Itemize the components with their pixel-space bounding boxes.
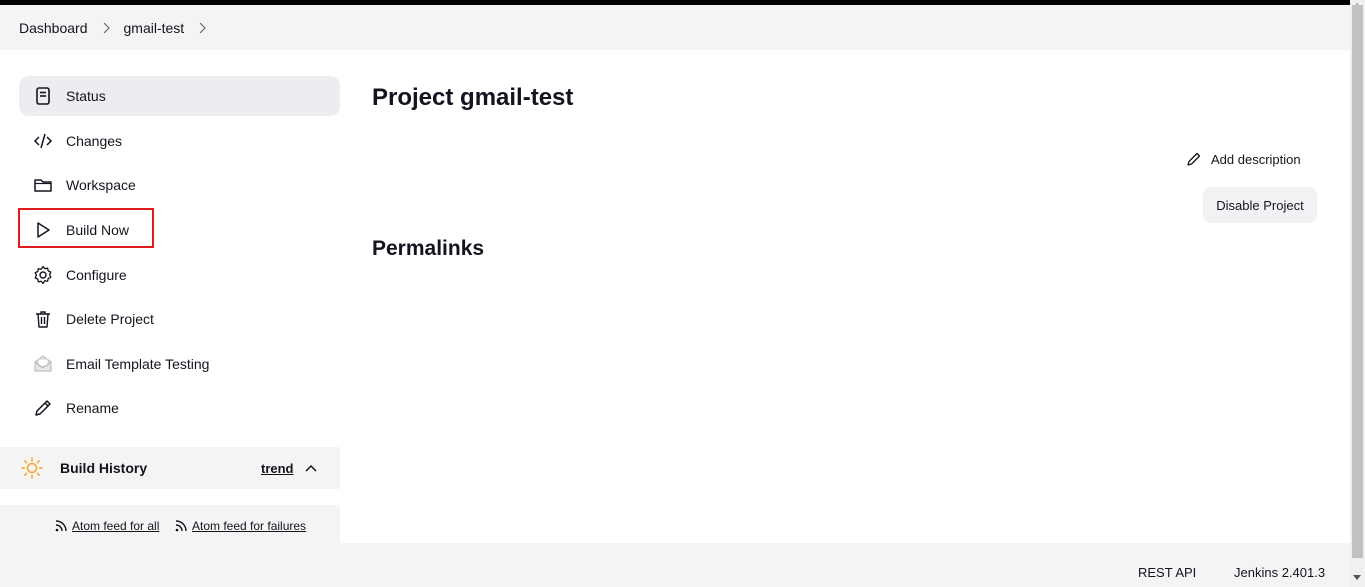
- scroll-thumb[interactable]: [1352, 5, 1363, 558]
- feed-failures-label: Atom feed for failures: [192, 519, 307, 533]
- task-label: Delete Project: [66, 311, 154, 327]
- breadcrumb: Dashboard gmail-test: [0, 5, 1350, 50]
- add-description-label: Add description: [1211, 151, 1301, 167]
- document-icon: [32, 85, 54, 107]
- chevron-right-icon: [103, 22, 110, 33]
- rss-icon: [175, 520, 187, 532]
- footer: REST API Jenkins 2.401.3: [0, 543, 1350, 587]
- code-icon: [32, 130, 54, 152]
- permalinks-heading: Permalinks: [372, 237, 485, 260]
- add-description-link[interactable]: Add description: [1186, 151, 1301, 167]
- version-link[interactable]: Jenkins 2.401.3: [1234, 565, 1325, 580]
- build-now-highlight: [18, 208, 154, 248]
- rss-icon: [55, 520, 67, 532]
- envelope-icon: [32, 353, 54, 375]
- page-title: Project gmail-test: [372, 84, 574, 111]
- task-label: Rename: [66, 400, 119, 416]
- disable-project-button[interactable]: Disable Project: [1203, 187, 1317, 223]
- breadcrumb-dashboard[interactable]: Dashboard: [19, 20, 88, 36]
- trend-link[interactable]: trend: [261, 461, 294, 476]
- pencil-icon: [1187, 152, 1201, 166]
- feed-bar: Atom feed for all Atom feed for failures: [0, 505, 340, 543]
- task-delete-project[interactable]: Delete Project: [19, 299, 340, 339]
- task-email-template-testing[interactable]: Email Template Testing: [19, 344, 340, 384]
- task-status[interactable]: Status: [19, 76, 340, 116]
- task-workspace[interactable]: Workspace: [19, 165, 340, 205]
- feed-all-link[interactable]: Atom feed for all: [54, 519, 159, 533]
- feed-failures-link[interactable]: Atom feed for failures: [174, 519, 306, 533]
- task-changes[interactable]: Changes: [19, 121, 340, 161]
- rest-api-link[interactable]: REST API: [1138, 565, 1196, 580]
- breadcrumb-project[interactable]: gmail-test: [124, 20, 185, 36]
- task-configure[interactable]: Configure: [19, 255, 340, 295]
- pencil-icon: [32, 397, 54, 419]
- task-rename[interactable]: Rename: [19, 388, 340, 428]
- page-content: Status Changes Workspace Build Now Confi…: [0, 50, 1350, 543]
- task-label: Status: [66, 88, 106, 104]
- sun-icon: [21, 457, 43, 479]
- task-label: Workspace: [66, 177, 136, 193]
- vertical-scrollbar[interactable]: [1350, 0, 1365, 587]
- gear-icon: [32, 264, 54, 286]
- task-label: Email Template Testing: [66, 356, 210, 372]
- build-history-header: Build History trend: [0, 447, 340, 489]
- task-label: Changes: [66, 133, 123, 149]
- feed-all-label: Atom feed for all: [72, 519, 160, 533]
- chevron-right-icon[interactable]: [194, 20, 210, 36]
- chevron-up-icon[interactable]: [304, 461, 318, 475]
- trash-icon: [32, 308, 54, 330]
- folder-icon: [32, 174, 54, 196]
- scroll-down-arrow-icon[interactable]: [1353, 575, 1361, 580]
- build-history-title: Build History: [60, 460, 148, 476]
- task-label: Configure: [66, 267, 127, 283]
